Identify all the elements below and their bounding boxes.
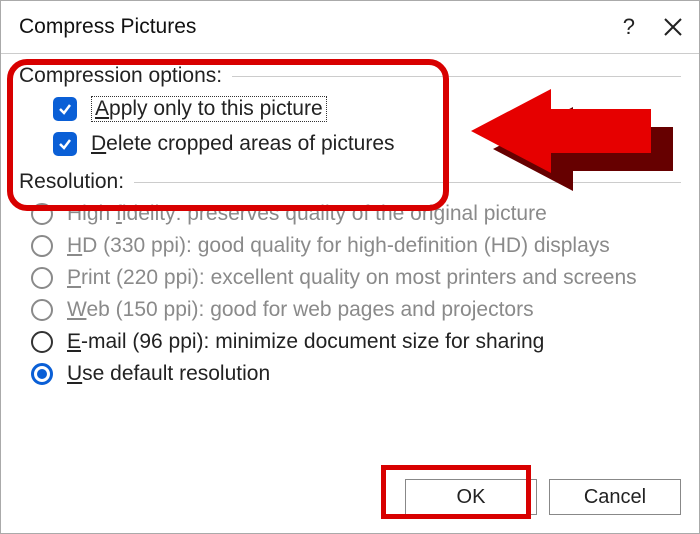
resolution-radio-4[interactable] [31,331,53,353]
resolution-option-0: High fidelity: preserves quality of the … [31,202,681,226]
resolution-radio-0 [31,203,53,225]
dialog-buttons: OK Cancel [405,479,681,515]
resolution-label: Resolution: [19,170,124,194]
mnemonic: D [91,132,106,155]
apply-only-label[interactable]: Apply only to this picture [91,96,327,122]
delete-cropped-row[interactable]: Delete cropped areas of pictures [53,132,681,156]
delete-cropped-label[interactable]: Delete cropped areas of pictures [91,132,395,156]
mnemonic: A [95,97,109,120]
apply-only-row[interactable]: Apply only to this picture [53,96,681,122]
label-rest: pply only to this picture [109,97,323,120]
resolution-label-5: Use default resolution [67,362,270,386]
resolution-label-4: E-mail (96 ppi): minimize document size … [67,330,544,354]
resolution-option-1: HD (330 ppi): good quality for high-defi… [31,234,681,258]
titlebar: Compress Pictures ? [1,1,699,54]
compress-pictures-dialog: Compress Pictures ? Compression options: [0,0,700,534]
resolution-options-block: High fidelity: preserves quality of the … [31,202,681,386]
cancel-button[interactable]: Cancel [549,479,681,515]
compression-options-header: Compression options: [19,64,681,88]
resolution-radio-3 [31,299,53,321]
apply-only-checkbox[interactable] [53,97,77,121]
titlebar-controls: ? [623,14,683,40]
divider [134,182,681,183]
dialog-title: Compress Pictures [19,15,196,39]
resolution-label-2: Print (220 ppi): excellent quality on mo… [67,266,637,290]
resolution-label-0: High fidelity: preserves quality of the … [67,202,547,226]
resolution-label-1: HD (330 ppi): good quality for high-defi… [67,234,610,258]
resolution-radio-1 [31,235,53,257]
close-icon[interactable] [663,17,683,37]
resolution-radio-5[interactable] [31,363,53,385]
resolution-header: Resolution: [19,170,681,194]
help-icon[interactable]: ? [623,14,635,40]
divider [232,76,681,77]
delete-cropped-checkbox[interactable] [53,132,77,156]
resolution-radio-2 [31,267,53,289]
resolution-label-3: Web (150 ppi): good for web pages and pr… [67,298,534,322]
resolution-option-4[interactable]: E-mail (96 ppi): minimize document size … [31,330,681,354]
ok-button[interactable]: OK [405,479,537,515]
resolution-option-3: Web (150 ppi): good for web pages and pr… [31,298,681,322]
resolution-option-2: Print (220 ppi): excellent quality on mo… [31,266,681,290]
resolution-option-5[interactable]: Use default resolution [31,362,681,386]
compression-options-label: Compression options: [19,64,222,88]
label-rest: elete cropped areas of pictures [106,132,394,155]
compression-options-block: Apply only to this picture Delete croppe… [53,96,681,156]
